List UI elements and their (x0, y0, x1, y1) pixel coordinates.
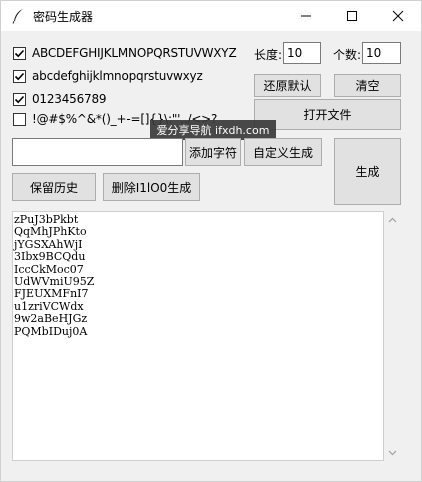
feather-icon (12, 9, 23, 24)
keep-history-button[interactable]: 保留历史 (12, 173, 96, 201)
custom-chars-input[interactable] (12, 138, 183, 166)
digits-checkbox[interactable] (13, 92, 26, 106)
uppercase-checkbox[interactable] (13, 46, 26, 60)
output-line: 3Ibx9BCQdu (14, 250, 86, 264)
chevron-down-icon (388, 450, 397, 455)
count-input[interactable]: 10 (362, 42, 401, 64)
window-title: 密码生成器 (33, 9, 94, 24)
output-line: FJEUXMFnI7 (14, 287, 89, 301)
custom-generate-button[interactable]: 自定义生成 (244, 138, 322, 166)
chevron-up-icon (388, 217, 397, 222)
scroll-up-button[interactable] (384, 211, 401, 228)
title-bar: 密码生成器 (1, 1, 421, 31)
close-button[interactable] (375, 1, 421, 31)
add-chars-button[interactable]: 添加字符 (185, 138, 241, 166)
close-icon (392, 10, 404, 22)
restore-default-button[interactable]: 还原默认 (254, 74, 321, 97)
watermark-tooltip: 爱分享导航 ifxdh.com (150, 120, 276, 140)
output-line: PQMbIDuj0A (14, 324, 88, 338)
lowercase-label: abcdefghijklmnopqrstuvwxyz (32, 69, 203, 83)
clear-button[interactable]: 清空 (334, 74, 401, 97)
maximize-icon (347, 11, 357, 21)
check-icon (14, 49, 25, 57)
lowercase-checkbox[interactable] (13, 69, 26, 83)
remove-ambiguous-button[interactable]: 删除I1lO0生成 (103, 173, 200, 201)
open-file-button[interactable]: 打开文件 (254, 99, 401, 130)
check-icon (14, 95, 25, 103)
output-line: 9w2aBeHJGz (14, 312, 88, 326)
password-generator-window: 密码生成器 ABCDEFGHIJKLMNOPQRSTUVWXYZ abcdefg… (0, 0, 422, 482)
charset-lowercase-row[interactable]: abcdefghijklmnopqrstuvwxyz (13, 68, 203, 84)
output-line: QqMhJPhKto (14, 225, 87, 239)
digits-label: 0123456789 (32, 92, 107, 106)
check-icon (14, 72, 25, 80)
generate-button[interactable]: 生成 (334, 138, 401, 205)
count-label: 个数: (333, 48, 362, 62)
charset-uppercase-row[interactable]: ABCDEFGHIJKLMNOPQRSTUVWXYZ (13, 45, 237, 61)
output-textarea[interactable]: zPuJ3bPkbt QqMhJPhKto jYGSXAhWjI 3Ibx9BC… (12, 211, 384, 461)
minimize-icon (301, 15, 311, 17)
output-scrollbar[interactable] (384, 211, 401, 461)
maximize-button[interactable] (329, 1, 375, 31)
minimize-button[interactable] (283, 1, 329, 31)
length-input[interactable]: 10 (283, 42, 321, 64)
scroll-down-button[interactable] (384, 444, 401, 461)
uppercase-label: ABCDEFGHIJKLMNOPQRSTUVWXYZ (32, 46, 237, 60)
charset-digits-row[interactable]: 0123456789 (13, 91, 107, 107)
symbols-checkbox[interactable] (13, 112, 26, 126)
length-label: 长度: (254, 48, 283, 62)
